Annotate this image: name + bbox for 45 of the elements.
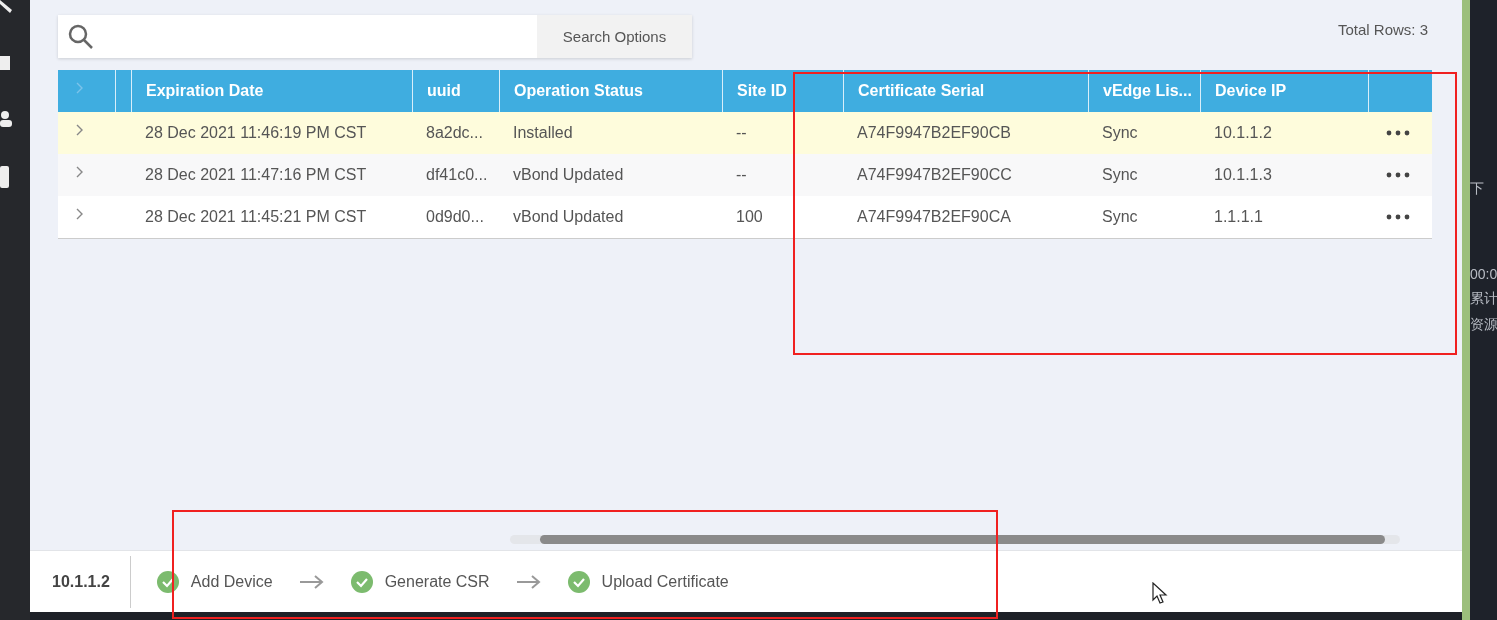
- table-cell-text: Sync: [1101, 165, 1139, 185]
- total-rows: Total Rows: 3: [1337, 21, 1428, 38]
- panel-text: 资源: [1470, 316, 1497, 334]
- table-cell-text: df41c0...: [425, 165, 489, 185]
- expand-icon[interactable]: [76, 166, 84, 178]
- scrollbar[interactable]: [510, 535, 1400, 544]
- panel-text: 00:0: [1470, 266, 1497, 282]
- search-field[interactable]: Search Options: [58, 15, 692, 58]
- table-cell-text: 1.1.1.1: [1213, 207, 1264, 227]
- more-icon[interactable]: [1386, 214, 1410, 220]
- table-cell-text: --: [735, 123, 748, 143]
- more-icon[interactable]: [1386, 172, 1410, 178]
- table-cell-text: 0d9d0...: [425, 207, 485, 227]
- table-cell-text: --: [735, 165, 748, 185]
- expand-icon[interactable]: [76, 208, 84, 220]
- table-row[interactable]: 28 Dec 2021 11:46:19 PM CST 8a2dc... Installed -- A74F9947B2EF90CB Sync 10.1.1.2: [58, 112, 1432, 154]
- table-row[interactable]: 28 Dec 2021 11:47:16 PM CST df41c0... vBond Updated -- A74F9947B2EF90CC Sync 10.1.1.3: [58, 154, 1432, 196]
- step-label: Add Device: [190, 572, 273, 591]
- arrow-icon: [515, 573, 542, 590]
- table-cell-text: vBond Updated: [512, 165, 625, 185]
- step-label: Generate CSR: [384, 572, 490, 591]
- table-cell-text: 10.1.1.2: [1213, 123, 1273, 143]
- expand-icon[interactable]: [76, 124, 84, 136]
- table-cell-text: Installed: [512, 123, 574, 143]
- arrow-icon: [298, 573, 325, 590]
- panel-text: 下: [1470, 180, 1484, 198]
- table-cell-text: Sync: [1101, 123, 1139, 143]
- table-cell-text: 28 Dec 2021 11:46:19 PM CST: [144, 123, 368, 143]
- table-cell-text: Sync: [1101, 207, 1139, 227]
- table-cell-text: 100: [735, 207, 764, 227]
- cursor-icon: [1152, 582, 1168, 604]
- table-cell-text: 8a2dc...: [425, 123, 484, 143]
- more-icon[interactable]: [1386, 130, 1410, 136]
- step-label: Upload Certificate: [601, 572, 729, 591]
- search-options-button[interactable]: Search Options: [537, 15, 692, 58]
- table-cell-text: 10.1.1.3: [1213, 165, 1273, 185]
- panel-text: 累计: [1470, 290, 1497, 308]
- search-icon: [68, 23, 94, 50]
- device-label: 10.1.1.2: [30, 555, 131, 608]
- table-cell-text: vBond Updated: [512, 207, 625, 227]
- table-cell-text: A74F9947B2EF90CA: [856, 207, 1012, 227]
- table-cell-text: A74F9947B2EF90CC: [856, 165, 1013, 185]
- table-cell-text: 28 Dec 2021 11:47:16 PM CST: [144, 165, 368, 185]
- table-cell-text: 28 Dec 2021 11:45:21 PM CST: [144, 207, 368, 227]
- table-cell-text: A74F9947B2EF90CB: [856, 123, 1012, 143]
